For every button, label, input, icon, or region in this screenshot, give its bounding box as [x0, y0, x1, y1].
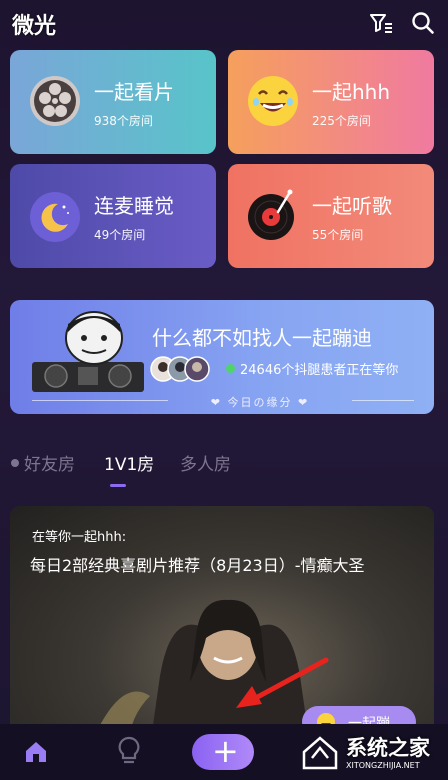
banner-footer: ❤ 今日の缘分 ❤	[210, 396, 310, 409]
tab-friends[interactable]: 好友房	[24, 450, 75, 475]
online-indicator	[226, 364, 235, 373]
watermark: 系统之家 XITONGZHIJIA.NET	[296, 728, 448, 776]
room-tabs: 好友房 1V1房 多人房	[0, 440, 448, 487]
card-watch-movies[interactable]: 一起看片 938个房间	[10, 50, 216, 154]
app-header: 微光	[0, 0, 448, 48]
watermark-url: XITONGZHIJIA.NET	[346, 761, 420, 770]
card-title: 连麦睡觉	[94, 194, 174, 218]
lightbulb-icon[interactable]	[114, 734, 144, 770]
house-logo-icon	[302, 736, 338, 770]
active-tab-indicator	[110, 484, 126, 487]
home-icon[interactable]	[22, 738, 50, 766]
card-title: 一起听歌	[312, 194, 392, 218]
moon-icon	[30, 192, 80, 242]
film-reel-icon	[30, 76, 80, 126]
feed-label: 在等你一起hhh:	[32, 530, 127, 545]
search-icon[interactable]	[410, 10, 436, 36]
card-hhh[interactable]: 一起hhh 225个房间	[228, 50, 434, 154]
card-voice-sleep[interactable]: 连麦睡觉 49个房间	[10, 164, 216, 268]
disco-banner[interactable]: 什么都不如找人一起蹦迪 24646个抖腿患者正在等你 ❤ 今日の缘分 ❤	[10, 300, 434, 414]
card-title: 一起hhh	[312, 80, 391, 104]
feed-title: 每日2部经典喜剧片推荐（8月23日）-情癫大圣	[30, 556, 365, 575]
dj-meme-illustration	[32, 311, 144, 392]
filter-icon[interactable]	[368, 10, 394, 36]
vinyl-record-icon	[248, 189, 294, 240]
app-title: 微光	[12, 14, 57, 39]
card-room-count: 225个房间	[312, 114, 371, 128]
card-listen-music[interactable]: 一起听歌 55个房间	[228, 164, 434, 268]
banner-title: 什么都不如找人一起蹦迪	[152, 326, 372, 350]
card-room-count: 55个房间	[312, 228, 364, 242]
feed-card[interactable]: 在等你一起hhh: 每日2部经典喜剧片推荐（8月23日）-情癫大圣 一起蹦	[10, 506, 434, 746]
tab-1v1[interactable]: 1V1房	[104, 450, 154, 475]
card-room-count: 938个房间	[94, 114, 153, 128]
tab-dot	[11, 459, 19, 467]
laughing-face-icon	[248, 76, 298, 126]
card-title: 一起看片	[94, 80, 174, 104]
banner-status: 24646个抖腿患者正在等你	[240, 363, 399, 378]
divider	[352, 400, 414, 401]
watermark-text: 系统之家	[346, 736, 430, 760]
plus-icon: +	[212, 732, 239, 770]
card-room-count: 49个房间	[94, 228, 146, 242]
divider	[32, 400, 168, 401]
user-avatars	[150, 356, 210, 382]
create-room-button[interactable]: +	[192, 732, 254, 770]
tab-multi[interactable]: 多人房	[180, 450, 231, 475]
